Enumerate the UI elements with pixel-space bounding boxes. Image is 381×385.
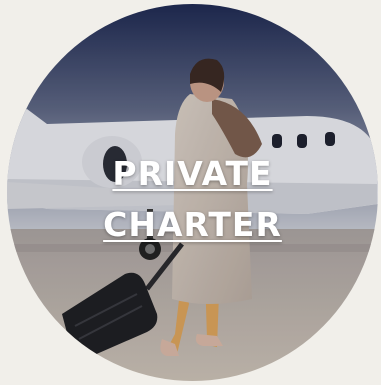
private-charter-card-link[interactable]: PRIVATE CHARTER xyxy=(7,4,378,381)
card-label-line2: CHARTER xyxy=(103,205,282,244)
page: PRIVATE CHARTER xyxy=(0,0,381,385)
card-label-line1: PRIVATE xyxy=(112,154,273,193)
